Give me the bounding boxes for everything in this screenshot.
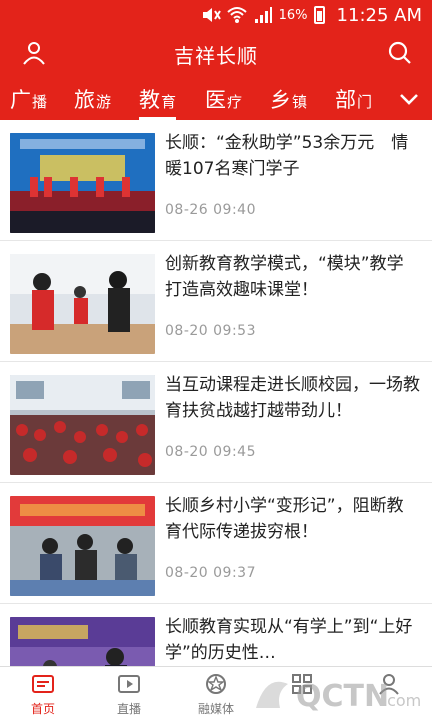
nav-profile[interactable] [346, 667, 432, 720]
tab-label-main: 医 [205, 88, 226, 112]
category-tabs: 广播 旅游 教育 医疗 乡镇 部门 [0, 76, 432, 120]
news-item[interactable]: 长顺乡村小学“变形记”，阻断教育代际传递拔穷根！ 08-20 09:37 [0, 483, 432, 604]
news-thumbnail [10, 133, 155, 233]
chevron-down-icon[interactable] [398, 88, 420, 110]
tab-label-main: 教 [139, 88, 160, 112]
tab-label-main: 旅 [74, 88, 95, 112]
battery-percent: 16% [278, 7, 308, 23]
tab-label-sub: 游 [96, 93, 112, 111]
news-thumbnail [10, 496, 155, 596]
nav-grid[interactable] [259, 667, 345, 720]
tab-travel[interactable]: 旅游 [74, 76, 111, 120]
news-title: 长顺乡村小学“变形记”，阻断教育代际传递拔穷根！ [165, 496, 404, 542]
status-bar: 16% 11:25 AM [0, 0, 432, 30]
news-date: 08-20 09:53 [165, 323, 256, 339]
news-list: 长顺：“金秋助学”53余万元 情暖107名寒门学子 08-26 09:40 创新… [0, 120, 432, 666]
news-title: 创新教育教学模式，“模块”教学打造高效趣味课堂！ [165, 254, 404, 300]
news-item[interactable]: 当互动课程走进长顺校园，一场教育扶贫战越打越带劲儿！ 08-20 09:45 [0, 362, 432, 483]
search-icon[interactable] [386, 39, 414, 67]
news-date: 08-20 09:45 [165, 444, 256, 460]
tab-label-main: 广 [10, 88, 31, 112]
page-title: 吉祥长顺 [174, 44, 258, 68]
profile-icon [379, 674, 399, 695]
tab-medical[interactable]: 医疗 [205, 76, 242, 120]
battery-icon [313, 6, 325, 24]
nav-live[interactable]: 直播 [86, 667, 172, 720]
mute-icon [202, 8, 221, 22]
tab-label-sub: 播 [32, 93, 48, 111]
news-date: 08-20 09:37 [165, 565, 256, 581]
media-icon [206, 674, 226, 694]
home-icon [32, 675, 54, 693]
nav-label: 直播 [116, 702, 141, 716]
news-thumbnail [10, 617, 155, 666]
tab-education[interactable]: 教育 [139, 76, 177, 120]
clock: 11:25 AM [336, 4, 422, 26]
tab-label-sub: 育 [161, 93, 177, 111]
nav-media[interactable]: 融媒体 [173, 667, 259, 720]
nav-label: 首页 [30, 702, 55, 716]
tab-department[interactable]: 部门 [335, 76, 372, 120]
tab-label-main: 乡 [270, 88, 291, 112]
tab-label-sub: 门 [357, 93, 373, 111]
nav-label: 融媒体 [197, 702, 234, 716]
bottom-nav: 首页 直播 融媒体 [0, 666, 432, 720]
nav-home[interactable]: 首页 [0, 667, 86, 720]
news-item[interactable]: 创新教育教学模式，“模块”教学打造高效趣味课堂！ 08-20 09:53 [0, 241, 432, 362]
signal-icon [254, 7, 272, 23]
tab-label-main: 部 [335, 88, 356, 112]
news-date: 08-26 09:40 [165, 202, 256, 218]
news-title: 长顺教育实现从“有学上”到“上好学”的历史性… [165, 617, 413, 663]
tab-label-sub: 疗 [227, 93, 243, 111]
news-item[interactable]: 长顺：“金秋助学”53余万元 情暖107名寒门学子 08-26 09:40 [0, 120, 432, 241]
news-title: 长顺：“金秋助学”53余万元 情暖107名寒门学子 [165, 133, 409, 179]
app-header: 吉祥长顺 [0, 30, 432, 76]
live-icon [118, 675, 140, 693]
news-thumbnail [10, 375, 155, 475]
tab-label-sub: 镇 [292, 93, 308, 111]
status-icons: 16% 11:25 AM [201, 4, 422, 26]
news-thumbnail [10, 254, 155, 354]
tab-broadcast[interactable]: 广播 [10, 76, 47, 120]
wifi-icon [226, 7, 247, 23]
news-item[interactable]: 长顺教育实现从“有学上”到“上好学”的历史性… [0, 604, 432, 666]
grid-icon [292, 674, 312, 694]
tab-township[interactable]: 乡镇 [270, 76, 307, 120]
news-title: 当互动课程走进长顺校园，一场教育扶贫战越打越带劲儿！ [165, 375, 420, 421]
